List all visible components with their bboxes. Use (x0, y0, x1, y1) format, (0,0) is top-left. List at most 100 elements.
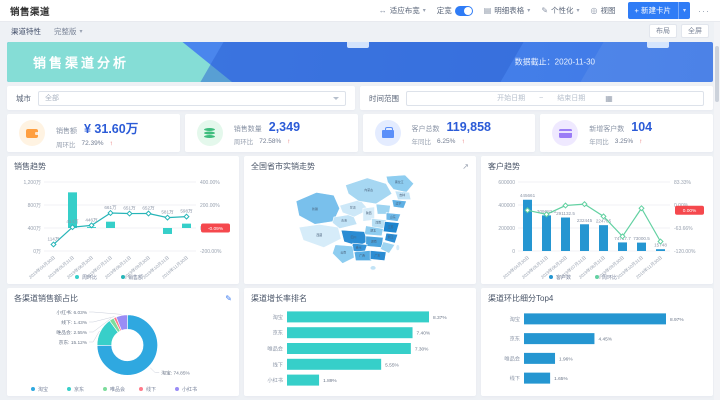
kpi-card-sales-count[interactable]: 销售数量 2,349 周环比 72.58% ↑ (185, 114, 358, 152)
svg-text:232445: 232445 (577, 218, 593, 223)
svg-text:湖北: 湖北 (370, 228, 376, 233)
channel-top4-bar-chart[interactable]: 淘宝8.97%京东4.45%唯品会1.96%线下1.65% (488, 304, 706, 393)
svg-text:京东: 京东 (74, 386, 84, 393)
charts-row: 销售趋势 1,200万400.00%800万200.00%400万0.00%0万… (7, 156, 713, 284)
start-date-input[interactable]: 开始日期 (497, 93, 525, 103)
svg-text:周环比: 周环比 (602, 274, 617, 281)
svg-text:浙江: 浙江 (388, 234, 394, 239)
chevron-down-icon: ▾ (80, 28, 83, 35)
daterange-filter-label: 时间范围 (369, 93, 399, 104)
edit-icon: ✎ (541, 6, 548, 15)
detail-table-button[interactable]: ▤ 明细表格 ▾ (484, 5, 531, 16)
svg-text:河南: 河南 (375, 220, 381, 225)
svg-text:83.33%: 83.33% (674, 180, 692, 186)
svg-text:客户数: 客户数 (556, 274, 571, 281)
panel-title: 渠道增长率排名 (251, 293, 307, 304)
scrollbar[interactable] (714, 22, 720, 400)
svg-text:-200.00%: -200.00% (200, 249, 222, 255)
panel-title: 客户趋势 (488, 161, 520, 172)
trend-up-icon: ↑ (287, 138, 290, 145)
channel-share-donut-chart[interactable]: 小红书: 6.03% 线下: 1.43% 唯品会: 2.55% 京东: 15.12% 淘… (14, 304, 232, 393)
banner-handle-chip (647, 42, 669, 48)
tabs-right-actions: 布局 全屏 (649, 24, 709, 38)
svg-text:400000: 400000 (498, 203, 515, 209)
panel-sales-trend: 销售趋势 1,200万400.00%800万200.00%400万0.00%0万… (7, 156, 239, 284)
fullscreen-button[interactable]: 全屏 (681, 24, 709, 38)
toggle-on-icon[interactable] (455, 6, 473, 16)
svg-text:内蒙古: 内蒙古 (364, 187, 373, 192)
svg-text:线下: 线下 (273, 360, 283, 368)
expand-icon[interactable]: ↗ (462, 162, 469, 171)
city-select[interactable]: 全部 (38, 91, 346, 106)
fit-width-button[interactable]: ↔ 适应布宽 ▾ (379, 5, 426, 16)
svg-text:7.30%: 7.30% (415, 347, 429, 353)
svg-text:甘肃: 甘肃 (350, 204, 356, 209)
channel-growth-bar-chart[interactable]: 淘宝8.37%京东7.40%唯品会7.30%线下5.55%小红书1.89% (251, 304, 469, 393)
filter-row: 城市 全部 时间范围 开始日期 ~ 结束日期 ▦ (7, 86, 713, 110)
china-map-chart[interactable]: 新疆西藏青海甘肃内蒙古黑龙江吉林辽宁山东江苏浙江四川云南贵州广西广东湖南湖北河南… (251, 172, 469, 281)
view-button[interactable]: ◎ 视图 (591, 5, 616, 16)
more-menu-button[interactable]: ··· (698, 6, 710, 16)
customer-trend-chart[interactable]: 60000083.33%4000000.00%200000-63.66%0-12… (488, 172, 706, 281)
briefcase-icon (375, 120, 401, 146)
svg-text:0万: 0万 (33, 249, 41, 255)
svg-text:贵州: 贵州 (356, 244, 362, 249)
svg-text:1.96%: 1.96% (559, 356, 573, 362)
svg-text:73000.5: 73000.5 (633, 236, 650, 241)
panel-title: 全国省市实销走势 (251, 161, 315, 172)
tab-channel-feature[interactable]: 渠道特性 (11, 26, 41, 37)
coins-icon (197, 120, 223, 146)
tab-full-version[interactable]: 完整版 ▾ (54, 26, 83, 37)
svg-text:销售额: 销售额 (128, 274, 143, 281)
svg-text:淘宝: 淘宝 (273, 313, 283, 321)
kpi-card-customer-total[interactable]: 客户总数 119,858 年同比 6.25% ↑ (363, 114, 536, 152)
china-map-svg: 新疆西藏青海甘肃内蒙古黑龙江吉林辽宁山东江苏浙江四川云南贵州广西广东湖南湖北河南… (251, 172, 469, 281)
panel-china-map: 全国省市实销走势 ↗ (244, 156, 476, 284)
banner-stripe (198, 42, 527, 82)
svg-text:600000: 600000 (498, 180, 515, 186)
svg-text:淘宝: 淘宝 (510, 315, 520, 323)
chevron-down-icon: ▾ (423, 7, 426, 14)
new-card-button[interactable]: + 新建卡片 ▾ (628, 2, 690, 19)
svg-text:新疆: 新疆 (312, 206, 318, 211)
svg-text:线下: 1.43%: 线下: 1.43% (61, 319, 88, 326)
svg-text:400万: 400万 (28, 226, 41, 232)
data-cutoff-date: 数据截止：2020-11-30 (515, 57, 595, 68)
svg-text:京东: 15.12%: 京东: 15.12% (59, 339, 88, 346)
edit-icon[interactable]: ✎ (225, 294, 232, 303)
svg-text:7.40%: 7.40% (417, 331, 431, 337)
panel-channel-top4: 渠道环比细分Top4 淘宝8.97%京东4.45%唯品会1.96%线下1.65% (481, 288, 713, 396)
svg-text:-63.66%: -63.66% (674, 226, 693, 232)
panel-channel-share: 各渠道销售额占比 ✎ 小红书: 6.03% 线下: 1.43% 唯品会: 2.55%… (7, 288, 239, 396)
kpi-card-sales-amount[interactable]: 销售额 ¥ 31.60万 周环比 72.39% ↑ (7, 114, 180, 152)
card-icon (552, 120, 578, 146)
sales-trend-chart[interactable]: 1,200万400.00%800万200.00%400万0.00%0万-200.… (14, 172, 232, 281)
kpi-card-new-customers[interactable]: 新增客户数 104 年同比 3.25% ↑ (540, 114, 713, 152)
layout-button[interactable]: 布局 (649, 24, 677, 38)
svg-text:445661: 445661 (520, 193, 536, 198)
chevron-down-icon: ▾ (577, 7, 580, 14)
dashboard-banner: 销售渠道分析 数据截止：2020-11-30 (7, 42, 713, 82)
scrollbar-thumb[interactable] (715, 46, 719, 102)
svg-text:线下: 线下 (146, 386, 156, 393)
svg-text:8.97%: 8.97% (670, 317, 684, 323)
end-date-input[interactable]: 结束日期 (557, 93, 585, 103)
kpi-row: 销售额 ¥ 31.60万 周环比 72.39% ↑ 销售数量 2,349 周环比… (7, 114, 713, 152)
svg-text:淘宝: 74.85%: 淘宝: 74.85% (161, 370, 190, 377)
panel-title: 销售趋势 (14, 161, 46, 172)
fixed-width-toggle[interactable]: 定宽 (437, 5, 473, 16)
svg-text:小红书: 6.03%: 小红书: 6.03% (56, 309, 87, 316)
chevron-down-icon[interactable]: ▾ (678, 2, 690, 19)
table-icon: ▤ (484, 6, 492, 15)
svg-text:四川: 四川 (351, 235, 357, 239)
svg-text:周环比: 周环比 (82, 274, 97, 281)
svg-text:唯品会: 2.55%: 唯品会: 2.55% (56, 329, 87, 336)
svg-text:黑龙江: 黑龙江 (395, 179, 404, 184)
personalize-button[interactable]: ✎ 个性化 ▾ (541, 5, 579, 16)
trend-up-icon: ↑ (461, 138, 464, 145)
panel-title: 各渠道销售额占比 (14, 293, 78, 304)
svg-text:唯品会: 唯品会 (267, 345, 283, 353)
svg-text:200.00%: 200.00% (200, 203, 220, 209)
daterange-filter-card: 时间范围 开始日期 ~ 结束日期 ▦ (360, 86, 713, 110)
daterange-picker[interactable]: 开始日期 ~ 结束日期 ▦ (406, 91, 704, 106)
